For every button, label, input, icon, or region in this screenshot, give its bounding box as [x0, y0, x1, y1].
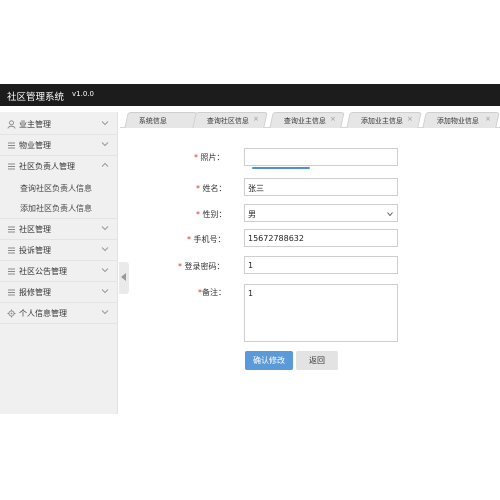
confirm-edit-button[interactable]: 确认修改	[245, 351, 293, 370]
name-value: 张三	[248, 184, 264, 193]
gear-icon	[7, 309, 16, 318]
chevron-down-icon	[101, 247, 109, 252]
chevron-down-icon	[101, 226, 109, 231]
app-version: v1.0.0	[72, 90, 94, 98]
password-input[interactable]: 1	[244, 256, 398, 274]
top-header: 社区管理系统 v1.0.0	[0, 84, 500, 106]
sidebar-item-label: 社区管理	[19, 225, 51, 234]
submenu-item-add-community-head[interactable]: 添加社区负责人信息	[0, 198, 118, 219]
sidebar-item-label: 个人信息管理	[19, 309, 67, 318]
name-input[interactable]: 张三	[244, 178, 398, 196]
sidebar: 业主管理 物业管理 社区负责人管理 查询社区负责人信息 添加社区负责人信息 社区…	[0, 112, 118, 414]
list-icon	[7, 246, 16, 255]
tab-label: 查询社区信息	[206, 117, 249, 125]
sidebar-item-profile[interactable]: 个人信息管理	[0, 303, 118, 324]
password-label: * 登录密码：	[178, 262, 225, 271]
user-icon	[7, 120, 16, 129]
sidebar-item-owner[interactable]: 业主管理	[0, 114, 118, 135]
tab-query-community[interactable]: 查询社区信息 ×	[192, 112, 268, 128]
sidebar-collapse-handle[interactable]	[119, 262, 129, 294]
chevron-down-icon	[387, 212, 393, 217]
back-button[interactable]: 返回	[296, 351, 338, 370]
sidebar-item-repair[interactable]: 报修管理	[0, 282, 118, 303]
chevron-down-icon	[101, 268, 109, 273]
collapse-arrow-icon	[121, 273, 126, 281]
tab-bar: 系统信息 查询社区信息 × 查询业主信息 × 添加业主信息 × 添加物业信息 ×	[120, 112, 500, 128]
list-icon	[7, 288, 16, 297]
tab-close-icon[interactable]: ×	[407, 115, 413, 123]
sidebar-item-label: 业主管理	[19, 120, 51, 129]
tab-close-icon[interactable]: ×	[485, 115, 491, 123]
phone-label: * 手机号：	[187, 235, 226, 244]
tab-label: 系统信息	[138, 117, 167, 125]
sidebar-item-announcement[interactable]: 社区公告管理	[0, 261, 118, 282]
name-label: * 姓名：	[196, 184, 227, 193]
password-value: 1	[248, 261, 254, 270]
tab-add-owner[interactable]: 添加业主信息 ×	[346, 112, 422, 128]
tab-close-icon[interactable]: ×	[330, 115, 336, 123]
remark-label: *备注：	[198, 288, 226, 297]
chevron-down-icon	[101, 121, 109, 126]
tab-system-info[interactable]: 系统信息	[124, 112, 198, 128]
sidebar-item-complaint[interactable]: 投诉管理	[0, 240, 118, 261]
list-icon	[7, 141, 16, 150]
sidebar-item-label: 物业管理	[19, 141, 51, 150]
photo-upload-field[interactable]	[244, 148, 398, 166]
upload-progress-bar	[252, 167, 310, 169]
gender-select[interactable]: 男	[244, 204, 398, 222]
chevron-down-icon	[101, 310, 109, 315]
tab-add-property[interactable]: 添加物业信息 ×	[422, 112, 500, 128]
app-title: 社区管理系统	[7, 92, 65, 103]
sidebar-item-label: 投诉管理	[19, 246, 51, 255]
phone-value: 15672788632	[248, 234, 304, 243]
submenu-item-label: 添加社区负责人信息	[20, 204, 92, 213]
tab-query-owner[interactable]: 查询业主信息 ×	[269, 112, 345, 128]
sidebar-item-label: 报修管理	[19, 288, 51, 297]
list-icon	[7, 162, 16, 171]
submenu-item-label: 查询社区负责人信息	[20, 184, 92, 193]
gender-value: 男	[248, 210, 256, 219]
list-icon	[7, 267, 16, 276]
sidebar-item-community[interactable]: 社区管理	[0, 219, 118, 240]
tab-label: 查询业主信息	[283, 117, 326, 125]
tab-close-icon[interactable]: ×	[253, 115, 259, 123]
photo-label: * 照片：	[194, 153, 225, 162]
tab-label: 添加物业信息	[436, 117, 479, 125]
list-icon	[7, 225, 16, 234]
sidebar-item-label: 社区公告管理	[19, 267, 67, 276]
phone-input[interactable]: 15672788632	[244, 229, 398, 247]
sidebar-item-property[interactable]: 物业管理	[0, 135, 118, 156]
chevron-down-icon	[101, 142, 109, 147]
sidebar-item-label: 社区负责人管理	[19, 162, 75, 171]
gender-label: * 性别：	[196, 210, 227, 219]
chevron-down-icon	[101, 289, 109, 294]
chevron-up-icon	[101, 162, 109, 167]
sidebar-item-community-head[interactable]: 社区负责人管理	[0, 156, 118, 177]
remark-textarea[interactable]: 1	[244, 284, 398, 342]
tab-label: 添加业主信息	[360, 117, 403, 125]
remark-value: 1	[248, 289, 254, 298]
submenu-item-query-community-head[interactable]: 查询社区负责人信息	[0, 178, 118, 198]
